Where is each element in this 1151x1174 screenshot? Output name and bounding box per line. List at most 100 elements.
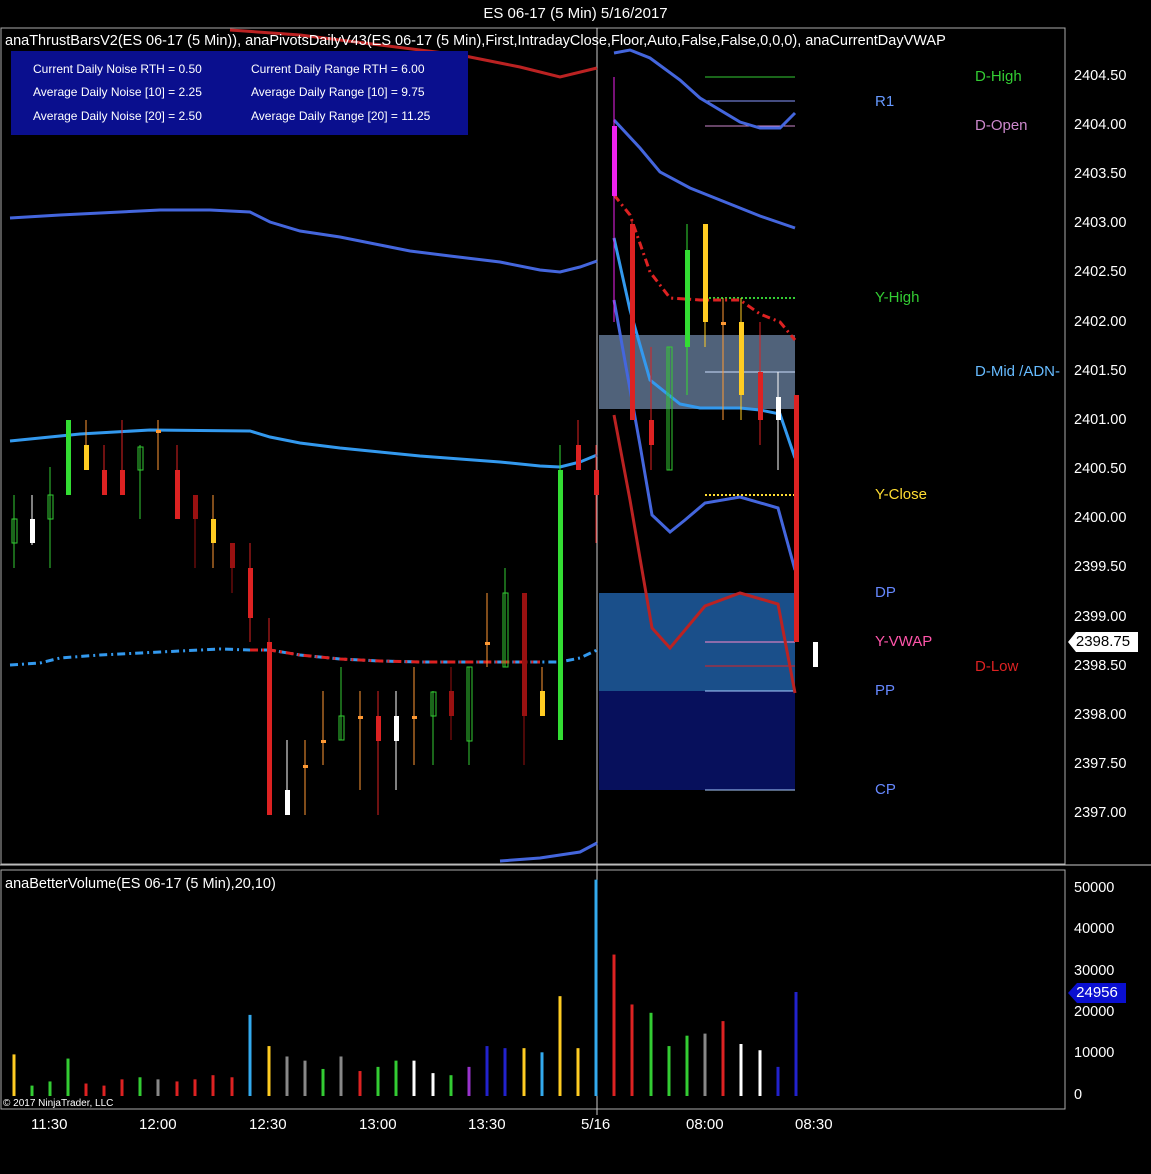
volume-tick: 30000 bbox=[1074, 963, 1115, 979]
price-tick: 2404.00 bbox=[1074, 117, 1127, 133]
candle bbox=[376, 716, 381, 741]
candle bbox=[102, 470, 107, 495]
volume-tick: 50000 bbox=[1074, 880, 1115, 896]
volume-bar bbox=[48, 1081, 52, 1096]
level-label-d-open: D-Open bbox=[975, 117, 1028, 134]
volume-bar bbox=[102, 1085, 106, 1096]
volume-bar bbox=[285, 1056, 289, 1096]
price-tick: 2399.50 bbox=[1074, 559, 1127, 575]
volume-bar bbox=[667, 1046, 671, 1096]
candle bbox=[540, 691, 545, 716]
candle bbox=[193, 495, 198, 519]
candle bbox=[156, 430, 161, 433]
volume-bar bbox=[776, 1066, 780, 1096]
volume-bar bbox=[358, 1071, 362, 1096]
price-tick: 2403.50 bbox=[1074, 166, 1127, 182]
time-tick: 12:30 bbox=[249, 1116, 287, 1133]
candle bbox=[211, 519, 216, 543]
volume-bar bbox=[66, 1058, 70, 1096]
last-volume-tag: 24956 bbox=[1068, 983, 1126, 1003]
price-tick: 2401.50 bbox=[1074, 363, 1127, 379]
price-panel-frame bbox=[0, 27, 1066, 865]
volume-bar bbox=[503, 1048, 507, 1096]
stat-range-rth: Current Daily Range RTH = 6.00 bbox=[251, 62, 425, 76]
candle bbox=[175, 470, 180, 519]
volume-bar bbox=[431, 1073, 435, 1096]
candle bbox=[303, 765, 308, 768]
price-tick: 2397.50 bbox=[1074, 756, 1127, 772]
volume-bar bbox=[685, 1035, 689, 1096]
volume-bar bbox=[230, 1077, 234, 1096]
candle bbox=[394, 716, 399, 741]
volume-bar bbox=[412, 1060, 416, 1096]
volume-bar bbox=[211, 1075, 215, 1096]
level-label-d-high: D-High bbox=[975, 68, 1022, 85]
time-tick: 12:00 bbox=[139, 1116, 177, 1133]
volume-bar bbox=[175, 1081, 179, 1096]
level-label-r1: R1 bbox=[875, 93, 895, 110]
volume-bar bbox=[248, 1014, 252, 1096]
candle bbox=[739, 322, 744, 395]
volume-bar bbox=[12, 1054, 16, 1096]
candle bbox=[685, 250, 690, 347]
volume-bar bbox=[794, 992, 798, 1096]
volume-indicator-label: anaBetterVolume(ES 06-17 (5 Min),20,10) bbox=[5, 876, 276, 892]
candle bbox=[703, 224, 708, 322]
candle bbox=[630, 224, 635, 420]
candle bbox=[230, 543, 235, 568]
volume-bar bbox=[449, 1075, 453, 1096]
candle bbox=[267, 642, 272, 815]
chart-canvas[interactable] bbox=[0, 0, 1151, 1174]
price-tick: 2400.50 bbox=[1074, 461, 1127, 477]
level-label-d-low: D-Low bbox=[975, 658, 1019, 675]
time-tick: 08:30 bbox=[795, 1116, 833, 1133]
volume-bar bbox=[394, 1060, 398, 1096]
volume-bar bbox=[156, 1079, 160, 1096]
volume-bar bbox=[612, 954, 616, 1096]
stat-noise-20: Average Daily Noise [20] = 2.50 bbox=[33, 109, 202, 123]
price-indicator-label: anaThrustBarsV2(ES 06-17 (5 Min)), anaPi… bbox=[5, 33, 946, 49]
cp-zone bbox=[599, 691, 795, 790]
volume-bar bbox=[758, 1050, 762, 1096]
time-tick: 13:00 bbox=[359, 1116, 397, 1133]
volume-bar bbox=[485, 1046, 489, 1096]
stat-noise-rth: Current Daily Noise RTH = 0.50 bbox=[33, 62, 202, 76]
price-tick: 2398.50 bbox=[1074, 658, 1127, 674]
stat-noise-10: Average Daily Noise [10] = 2.25 bbox=[33, 85, 202, 99]
volume-bar bbox=[576, 1048, 580, 1096]
candle bbox=[594, 470, 599, 495]
mid-band-blue-1 bbox=[612, 118, 796, 230]
price-tick: 2401.00 bbox=[1074, 412, 1127, 428]
level-label-y-vwap: Y-VWAP bbox=[875, 633, 933, 650]
daily-stats-box: Current Daily Noise RTH = 0.50 Current D… bbox=[11, 51, 468, 135]
volume-bar bbox=[267, 1046, 271, 1096]
price-tick: 2397.00 bbox=[1074, 805, 1127, 821]
volume-bar bbox=[303, 1060, 307, 1096]
stat-range-20: Average Daily Range [20] = 11.25 bbox=[251, 109, 431, 123]
volume-bar bbox=[339, 1056, 343, 1096]
price-tick: 2402.50 bbox=[1074, 264, 1127, 280]
candle bbox=[358, 716, 363, 719]
upper-band-blue-2 bbox=[613, 48, 797, 130]
volume-bar bbox=[30, 1085, 34, 1096]
price-tick: 2398.00 bbox=[1074, 707, 1127, 723]
price-tick: 2404.50 bbox=[1074, 68, 1127, 84]
volume-bar bbox=[376, 1066, 380, 1096]
price-tick: 2402.00 bbox=[1074, 314, 1127, 330]
volume-bar bbox=[193, 1079, 197, 1096]
candle bbox=[649, 420, 654, 445]
volume-bar bbox=[594, 879, 598, 1096]
candle bbox=[612, 126, 617, 196]
level-label-y-close: Y-Close bbox=[875, 486, 927, 503]
copyright: © 2017 NinjaTrader, LLC bbox=[3, 1098, 114, 1109]
candle bbox=[248, 568, 253, 618]
candle bbox=[758, 372, 763, 420]
volume-bar bbox=[467, 1066, 471, 1096]
time-tick: 13:30 bbox=[468, 1116, 506, 1133]
mid-band-lightblue-1 bbox=[9, 428, 598, 469]
candle bbox=[485, 642, 490, 645]
candle bbox=[84, 445, 89, 470]
volume-bar bbox=[138, 1077, 142, 1096]
volume-bar bbox=[84, 1083, 88, 1096]
candle bbox=[120, 470, 125, 495]
